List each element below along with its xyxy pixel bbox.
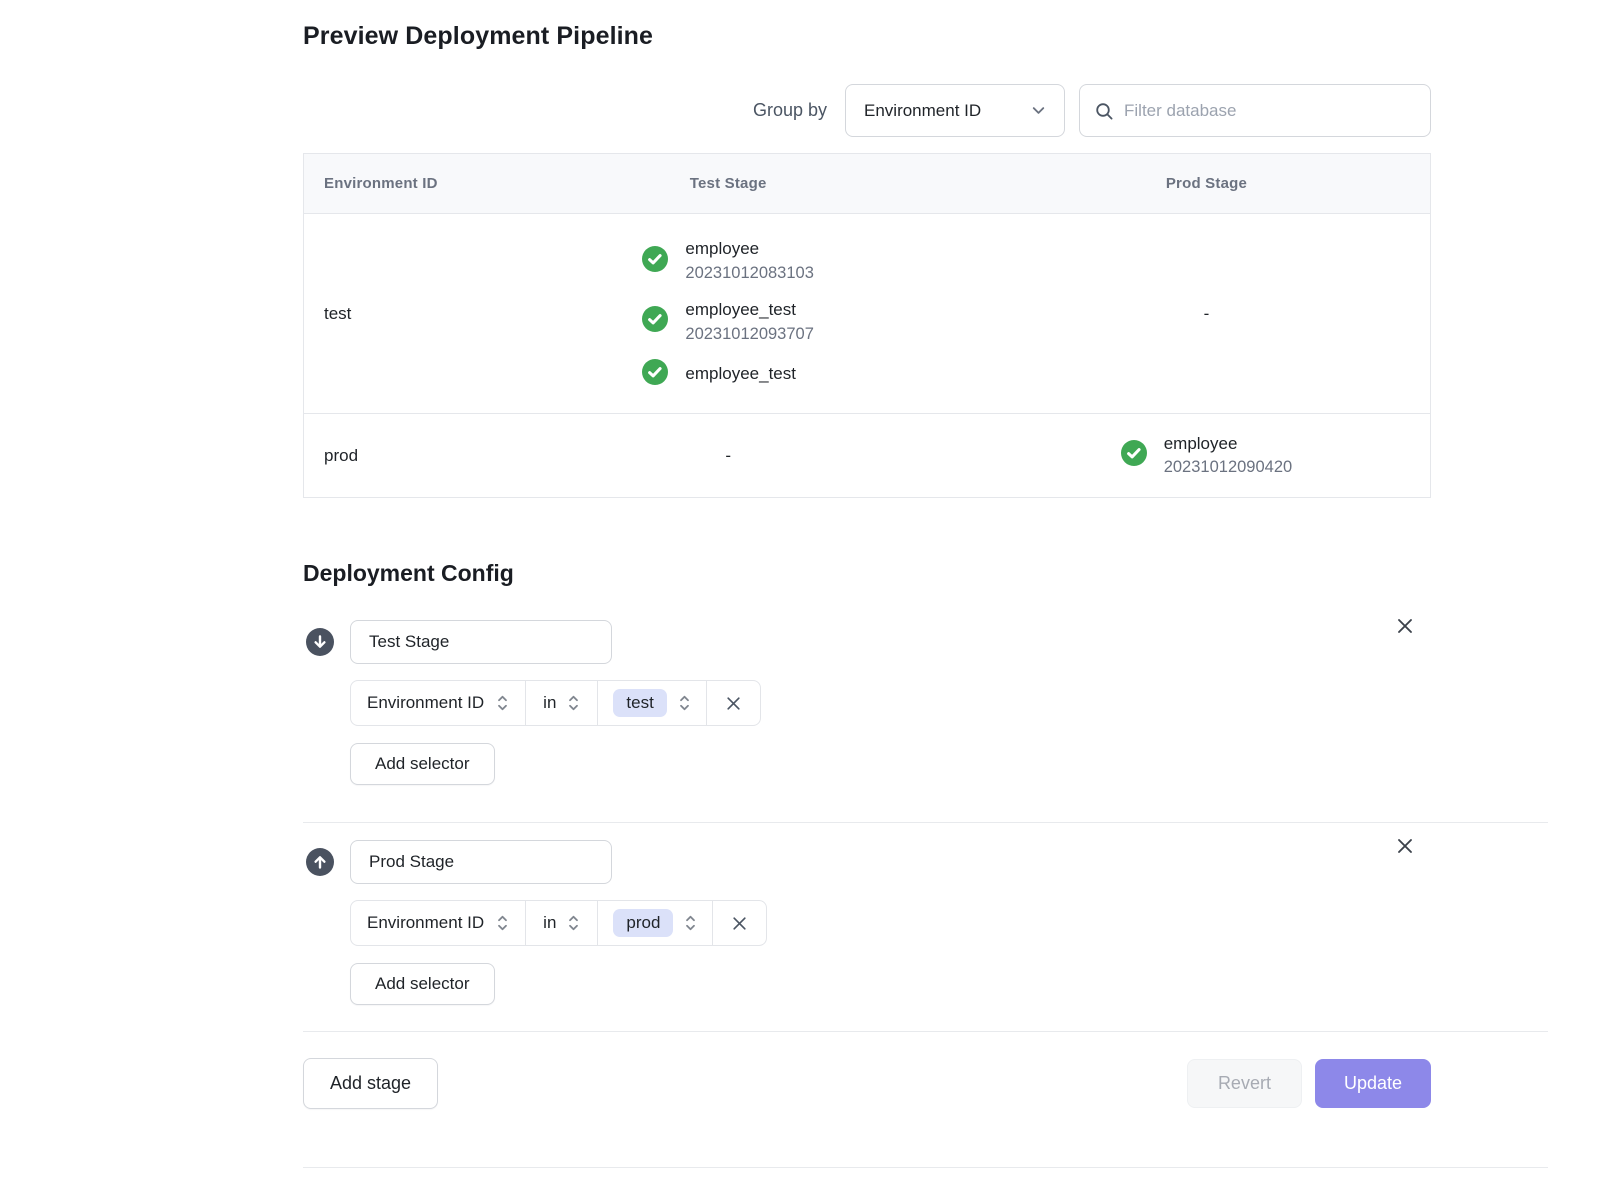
add-selector-button[interactable]: Add selector	[350, 963, 495, 1005]
column-test-stage: Test Stage	[473, 154, 982, 214]
database-version: 20231012083103	[685, 262, 813, 285]
column-prod-stage: Prod Stage	[983, 154, 1431, 214]
stepper-icon	[678, 693, 691, 713]
group-by-label: Group by	[753, 100, 827, 121]
remove-selector-button[interactable]	[712, 901, 766, 945]
database-version: 20231012090420	[1164, 456, 1292, 479]
deployment-item: employee_test	[642, 359, 813, 390]
add-stage-button[interactable]: Add stage	[303, 1058, 438, 1109]
environment-name: test	[304, 214, 474, 414]
selector-operator-select[interactable]: in	[525, 681, 597, 725]
column-environment-id: Environment ID	[304, 154, 474, 214]
prod-stage-cell-empty: -	[983, 214, 1431, 414]
test-stage-cell: employee 20231012083103 employee_test 20…	[473, 214, 982, 414]
stepper-icon	[567, 913, 580, 933]
toolbar: Group by Environment ID	[303, 84, 1431, 137]
selector-value-select[interactable]: test	[597, 681, 705, 725]
arrow-down-circle-icon	[306, 628, 334, 656]
remove-selector-button[interactable]	[706, 681, 760, 725]
group-by-select[interactable]: Environment ID	[845, 84, 1065, 137]
stage-name-input[interactable]	[350, 620, 612, 664]
deployment-list: employee 20231012090420	[1121, 432, 1292, 480]
remove-stage-button[interactable]	[1391, 612, 1419, 640]
remove-stage-button[interactable]	[1391, 832, 1419, 860]
close-icon	[1395, 624, 1415, 639]
database-name: employee	[685, 237, 813, 262]
close-icon	[1395, 844, 1415, 859]
test-stage-cell-empty: -	[473, 414, 982, 498]
success-check-icon	[642, 359, 668, 390]
stepper-icon	[684, 913, 697, 933]
selector-field-select[interactable]: Environment ID	[351, 901, 525, 945]
selector-operator-value: in	[543, 913, 556, 933]
close-icon	[725, 695, 742, 712]
selector-row: Environment ID in prod	[350, 900, 767, 946]
table-row-prod: prod - employee 20231012090420	[304, 414, 1431, 498]
database-name: employee	[1164, 432, 1292, 457]
stage-config-test: Environment ID in test	[303, 620, 1431, 822]
filter-database-box	[1079, 84, 1431, 137]
database-name: employee_test	[685, 362, 796, 387]
page-title: Preview Deployment Pipeline	[303, 22, 1431, 51]
success-check-icon	[642, 306, 668, 337]
database-version: 20231012093707	[685, 323, 813, 346]
add-selector-button[interactable]: Add selector	[350, 743, 495, 785]
selector-value-badge: prod	[613, 909, 673, 937]
pipeline-table: Environment ID Test Stage Prod Stage tes…	[303, 153, 1431, 498]
stage-config-prod: Environment ID in prod	[303, 823, 1431, 1031]
success-check-icon	[642, 246, 668, 277]
selector-value-select[interactable]: prod	[597, 901, 712, 945]
arrow-up-circle-icon	[306, 848, 334, 876]
group-by-value: Environment ID	[864, 101, 981, 121]
filter-database-input[interactable]	[1124, 101, 1416, 121]
deployment-config-title: Deployment Config	[303, 560, 1431, 587]
stage-name-input[interactable]	[350, 840, 612, 884]
selector-row: Environment ID in test	[350, 680, 761, 726]
selector-field-value: Environment ID	[367, 913, 484, 933]
database-name: employee_test	[685, 298, 813, 323]
deployment-item: employee_test 20231012093707	[642, 298, 813, 346]
selector-operator-value: in	[543, 693, 556, 713]
stepper-icon	[567, 693, 580, 713]
revert-button[interactable]: Revert	[1187, 1059, 1302, 1108]
search-icon	[1094, 101, 1114, 121]
prod-stage-cell: employee 20231012090420	[983, 414, 1431, 498]
table-header-row: Environment ID Test Stage Prod Stage	[304, 154, 1431, 214]
deployment-item: employee 20231012083103	[642, 237, 813, 285]
deployment-list: employee 20231012083103 employee_test 20…	[642, 237, 813, 389]
selector-field-value: Environment ID	[367, 693, 484, 713]
deployment-item: employee 20231012090420	[1121, 432, 1292, 480]
close-icon	[731, 915, 748, 932]
main-content: Preview Deployment Pipeline Group by Env…	[303, 0, 1431, 1168]
environment-name: prod	[304, 414, 474, 498]
selector-operator-select[interactable]: in	[525, 901, 597, 945]
chevron-down-icon	[1029, 101, 1048, 120]
table-row-test: test employee 20231012083103	[304, 214, 1431, 414]
stepper-icon	[496, 693, 509, 713]
update-button[interactable]: Update	[1315, 1059, 1431, 1108]
success-check-icon	[1121, 440, 1147, 471]
selector-field-select[interactable]: Environment ID	[351, 681, 525, 725]
stepper-icon	[496, 913, 509, 933]
bottom-divider	[303, 1167, 1548, 1168]
footer-bar: Add stage Revert Update	[303, 1032, 1431, 1109]
selector-value-badge: test	[613, 689, 666, 717]
